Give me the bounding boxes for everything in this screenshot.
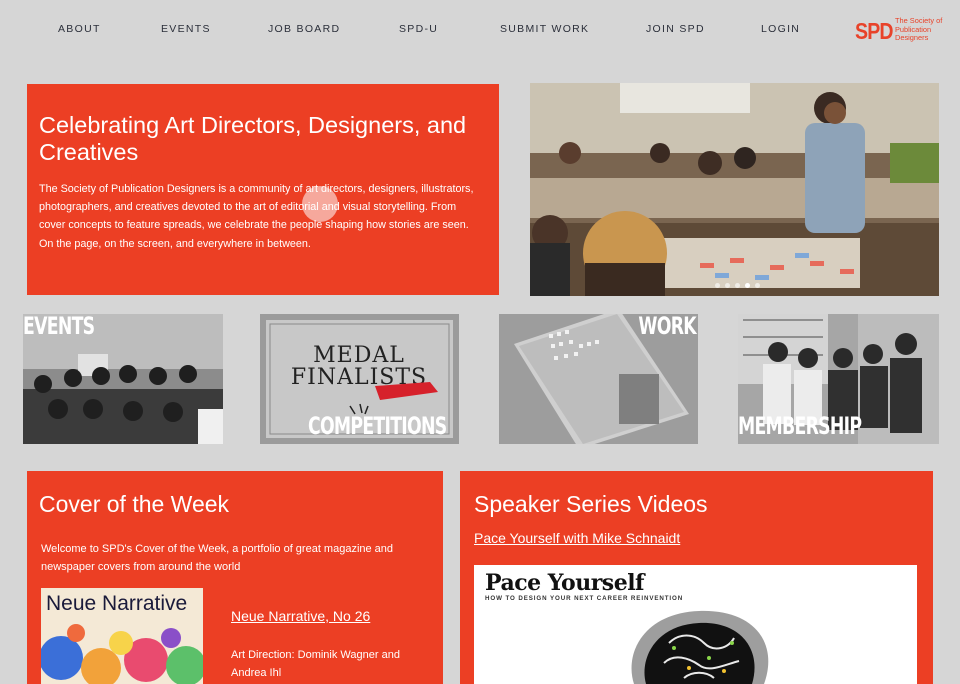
cover-of-the-week-card: Cover of the Week Welcome to SPD's Cover… (27, 471, 443, 684)
tile-events[interactable]: EVENTS (23, 314, 223, 444)
hero-carousel-photo[interactable] (530, 83, 939, 296)
tile-work[interactable]: WORK (499, 314, 698, 444)
nav-spd-u[interactable]: SPD-U (399, 23, 438, 35)
nav-submit-work[interactable]: SUBMIT WORK (500, 23, 589, 35)
carousel-dot[interactable] (715, 283, 720, 288)
tile-membership[interactable]: MEMBERSHIP (738, 314, 939, 444)
workshop-photo (530, 83, 939, 296)
cursor-highlight (302, 186, 338, 222)
logo-text: The Society of Publication Designers (895, 16, 943, 43)
speaker-title: Speaker Series Videos (474, 491, 708, 517)
tile-label-membership: MEMBERSHIP (738, 412, 862, 440)
nav-events[interactable]: EVENTS (161, 23, 211, 35)
nav-about[interactable]: ABOUT (58, 23, 101, 35)
cover-description: Welcome to SPD's Cover of the Week, a po… (41, 543, 394, 573)
cover-link[interactable]: Neue Narrative, No 26 (231, 608, 370, 624)
top-navigation: ABOUT EVENTS JOB BOARD SPD-U SUBMIT WORK… (0, 0, 960, 58)
video-title: Pace Yourself (485, 570, 645, 596)
nav-join-spd[interactable]: JOIN SPD (646, 23, 705, 35)
tile-label-events: EVENTS (23, 314, 95, 340)
logo-mark: SPD (855, 17, 894, 44)
nav-job-board[interactable]: JOB BOARD (268, 23, 340, 35)
tile-label-work: WORK (638, 314, 696, 340)
neue-narrative-cover: Neue Narrative (41, 588, 203, 684)
speaker-video-thumbnail[interactable]: Pace Yourself HOW TO DESIGN YOUR NEXT CA… (474, 565, 917, 684)
hero-title: Celebrating Art Directors, Designers, an… (39, 112, 467, 165)
carousel-dot-active[interactable] (745, 283, 750, 288)
brain-maze-graphic (631, 610, 769, 684)
spd-logo[interactable]: SPD The Society of Publication Designers (855, 16, 942, 46)
carousel-dot[interactable] (735, 283, 740, 288)
video-subtitle: HOW TO DESIGN YOUR NEXT CAREER REINVENTI… (485, 595, 684, 602)
nav-login[interactable]: LOGIN (761, 23, 800, 35)
tile-competitions[interactable]: MEDAL FINALISTS COMPETITIONS (260, 314, 459, 444)
carousel-dot[interactable] (755, 283, 760, 288)
cover-magazine-name: Neue Narrative (46, 592, 187, 615)
cover-title: Cover of the Week (39, 491, 230, 517)
hero-description: The Society of Publication Designers is … (39, 183, 474, 250)
speaker-video-link[interactable]: Pace Yourself with Mike Schnaidt (474, 530, 680, 546)
speaker-series-card: Speaker Series Videos Pace Yourself with… (460, 471, 933, 684)
tile-label-competitions: COMPETITIONS (308, 412, 447, 440)
carousel-dot[interactable] (725, 283, 730, 288)
carousel-dots (715, 283, 760, 288)
cover-credit: Art Direction: Dominik Wagner and Andrea… (231, 649, 400, 679)
hero-panel: Celebrating Art Directors, Designers, an… (27, 84, 499, 295)
cover-image[interactable]: Neue Narrative (41, 588, 203, 684)
